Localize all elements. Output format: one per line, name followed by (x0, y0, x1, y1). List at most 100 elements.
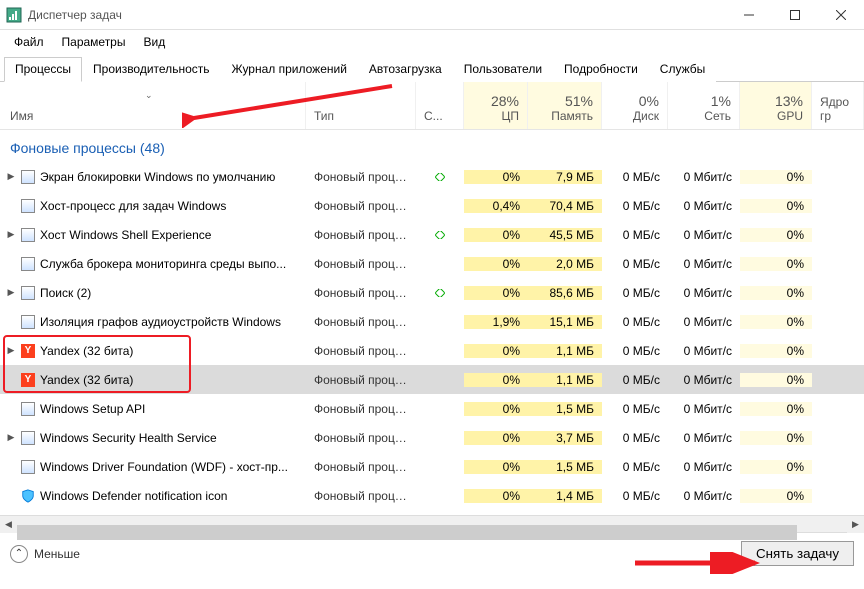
window-title: Диспетчер задач (28, 8, 726, 22)
menu-options[interactable]: Параметры (54, 32, 134, 52)
process-memory: 1,1 МБ (528, 373, 602, 387)
tab-performance[interactable]: Производительность (82, 57, 220, 82)
process-row[interactable]: ▶Windows Security Health ServiceФоновый … (0, 423, 864, 452)
process-list: Фоновые процессы (48) ▶Экран блокировки … (0, 130, 864, 515)
process-memory: 3,7 МБ (528, 431, 602, 445)
tab-users[interactable]: Пользователи (453, 57, 553, 82)
process-row[interactable]: ▶ Экран блокировки Windows по умолчанию Фо… (0, 162, 864, 191)
process-cpu: 0% (464, 228, 528, 242)
app-window-icon (20, 227, 36, 243)
process-row[interactable]: VM331 StiMnt (32 бита)Фоновый процесс0%1… (0, 510, 864, 515)
scroll-left-icon[interactable]: ◀ (0, 516, 17, 533)
process-name: Хост-процесс для задач Windows (40, 199, 226, 213)
col-gpu-core[interactable]: Ядро гр (812, 82, 864, 129)
process-name: Windows Defender notification icon (40, 489, 227, 503)
leaf-icon (434, 231, 445, 239)
process-row[interactable]: YYandex (32 бита)Фоновый процесс0%1,1 МБ… (0, 365, 864, 394)
menu-file[interactable]: Файл (6, 32, 52, 52)
process-row[interactable]: Хост-процесс для задач Windows Фоновый пр… (0, 191, 864, 220)
col-name[interactable]: ⌄ Имя (0, 82, 306, 129)
process-type: Фоновый процесс (306, 228, 416, 242)
maximize-button[interactable] (772, 0, 818, 30)
process-cpu: 0,4% (464, 199, 528, 213)
process-gpu: 0% (740, 431, 812, 445)
horizontal-scrollbar[interactable]: ◀ ▶ (0, 515, 864, 532)
process-network: 0 Мбит/с (668, 170, 740, 184)
process-row[interactable]: ▶ Хост Windows Shell Experience Фоновый пр… (0, 220, 864, 249)
process-type: Фоновый процесс (306, 170, 416, 184)
tab-processes[interactable]: Процессы (4, 57, 82, 82)
process-memory: 70,4 МБ (528, 199, 602, 213)
process-row[interactable]: Служба брокера мониторинга среды выпо...… (0, 249, 864, 278)
chevron-up-icon: ⌃ (10, 545, 28, 563)
process-memory: 15,1 МБ (528, 315, 602, 329)
process-gpu: 0% (740, 315, 812, 329)
fewer-details-button[interactable]: ⌃ Меньше (10, 545, 80, 563)
menu-view[interactable]: Вид (135, 32, 173, 52)
process-disk: 0 МБ/с (602, 344, 668, 358)
expand-icon[interactable]: ▶ (6, 345, 16, 356)
process-name: Windows Driver Foundation (WDF) - хост-п… (40, 460, 288, 474)
process-memory: 1,1 МБ (528, 344, 602, 358)
col-memory[interactable]: 51%Память (528, 82, 602, 129)
process-disk: 0 МБ/с (602, 199, 668, 213)
yandex-icon: Y (20, 343, 36, 359)
process-row[interactable]: Windows Defender notification iconФоновы… (0, 481, 864, 510)
process-row[interactable]: ▶Поиск (2)Фоновый процесс0%85,6 МБ0 МБ/с… (0, 278, 864, 307)
scroll-thumb[interactable] (17, 525, 797, 540)
process-row[interactable]: Изоляция графов аудиоустройств WindowsФо… (0, 307, 864, 336)
scroll-right-icon[interactable]: ▶ (847, 516, 864, 533)
expand-icon[interactable]: ▶ (6, 171, 16, 182)
process-row[interactable]: Windows Setup APIФоновый процесс0%1,5 МБ… (0, 394, 864, 423)
process-gpu: 0% (740, 286, 812, 300)
leaf-icon (434, 289, 445, 297)
process-type: Фоновый процесс (306, 373, 416, 387)
process-network: 0 Мбит/с (668, 257, 740, 271)
end-task-button[interactable]: Снять задачу (741, 541, 854, 566)
process-memory: 1,5 МБ (528, 460, 602, 474)
process-name: Хост Windows Shell Experience (40, 228, 211, 242)
process-type: Фоновый процесс (306, 460, 416, 474)
process-cpu: 1,9% (464, 315, 528, 329)
process-row[interactable]: ▶YYandex (32 бита)Фоновый процесс0%1,1 М… (0, 336, 864, 365)
process-cpu: 0% (464, 257, 528, 271)
sort-caret-icon: ⌄ (145, 90, 153, 101)
process-network: 0 Мбит/с (668, 489, 740, 503)
tab-services[interactable]: Службы (649, 57, 716, 82)
process-gpu: 0% (740, 199, 812, 213)
process-disk: 0 МБ/с (602, 489, 668, 503)
app-window-icon (20, 169, 36, 185)
process-gpu: 0% (740, 228, 812, 242)
expand-icon[interactable]: ▶ (6, 287, 16, 298)
process-disk: 0 МБ/с (602, 228, 668, 242)
col-gpu[interactable]: 13%GPU (740, 82, 812, 129)
process-name: Изоляция графов аудиоустройств Windows (40, 315, 281, 329)
process-row[interactable]: Windows Driver Foundation (WDF) - хост-п… (0, 452, 864, 481)
col-status[interactable]: С... (416, 82, 464, 129)
tab-apphistory[interactable]: Журнал приложений (221, 57, 358, 82)
tab-bar: Процессы Производительность Журнал прило… (0, 56, 864, 82)
process-network: 0 Мбит/с (668, 431, 740, 445)
col-type[interactable]: Тип (306, 82, 416, 129)
minimize-button[interactable] (726, 0, 772, 30)
process-cpu: 0% (464, 286, 528, 300)
tab-details[interactable]: Подробности (553, 57, 649, 82)
expand-icon[interactable]: ▶ (6, 432, 16, 443)
process-memory: 7,9 МБ (528, 170, 602, 184)
process-type: Фоновый процесс (306, 257, 416, 271)
title-bar: Диспетчер задач (0, 0, 864, 30)
process-cpu: 0% (464, 489, 528, 503)
col-network[interactable]: 1%Сеть (668, 82, 740, 129)
close-button[interactable] (818, 0, 864, 30)
process-gpu: 0% (740, 489, 812, 503)
process-cpu: 0% (464, 402, 528, 416)
process-name: Экран блокировки Windows по умолчанию (40, 170, 275, 184)
process-type: Фоновый процесс (306, 199, 416, 213)
tab-startup[interactable]: Автозагрузка (358, 57, 453, 82)
process-memory: 85,6 МБ (528, 286, 602, 300)
process-network: 0 Мбит/с (668, 199, 740, 213)
col-disk[interactable]: 0%Диск (602, 82, 668, 129)
col-cpu[interactable]: 28%ЦП (464, 82, 528, 129)
process-network: 0 Мбит/с (668, 373, 740, 387)
expand-icon[interactable]: ▶ (6, 229, 16, 240)
